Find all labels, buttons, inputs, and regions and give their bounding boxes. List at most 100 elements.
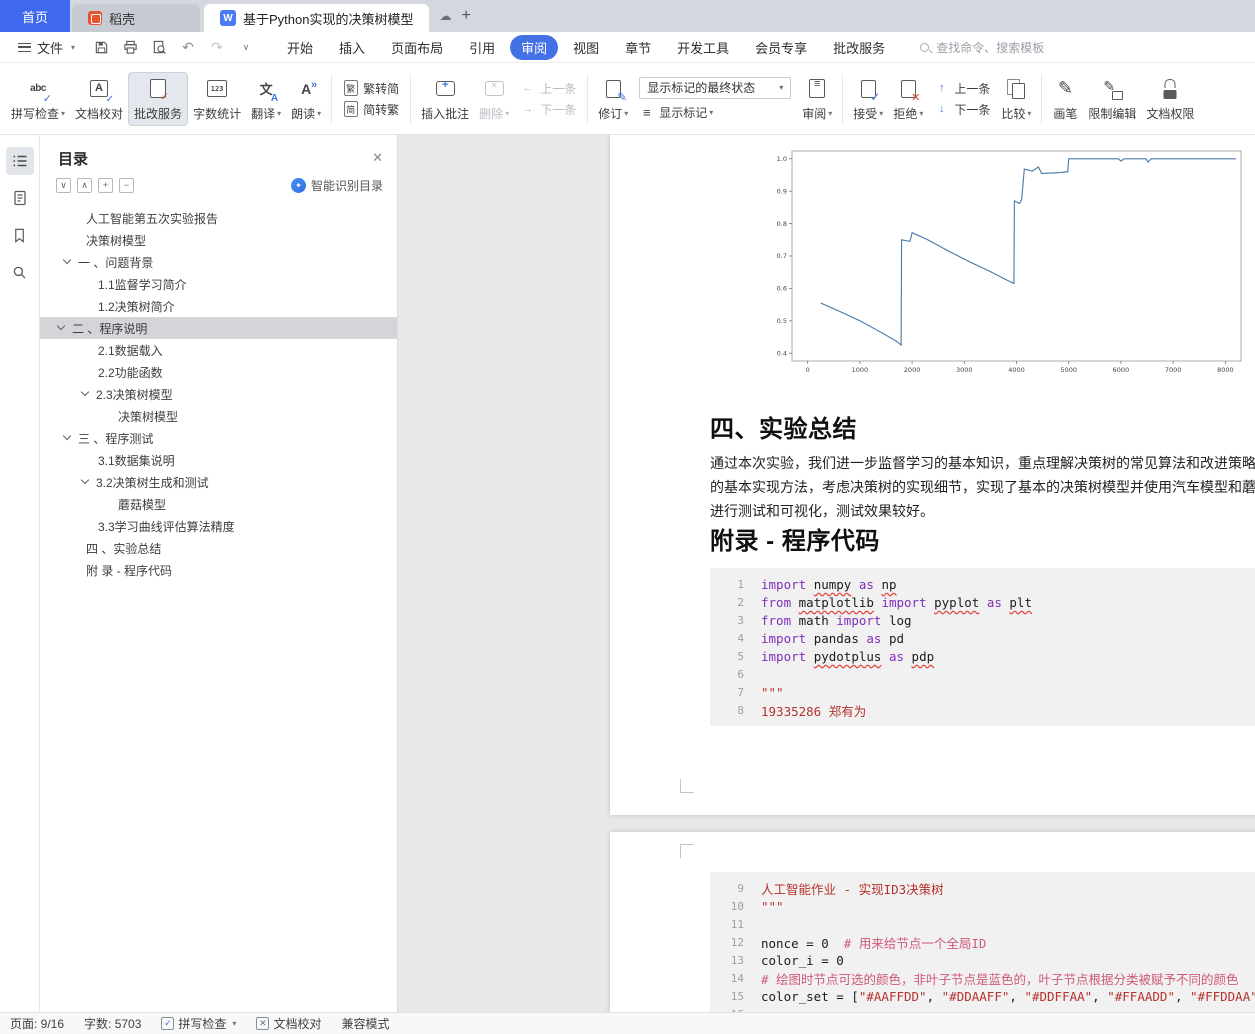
spellcheck-toggle[interactable]: ✓ 拼写检查 ▾ (161, 1015, 236, 1032)
proofread-button[interactable]: 文档校对 (70, 73, 128, 125)
ribbon-tab[interactable]: 开始 (276, 35, 324, 60)
next-change-button[interactable]: 下一条 (934, 101, 990, 118)
find-button[interactable] (6, 258, 34, 286)
redo-button[interactable]: ↷ (207, 37, 227, 57)
ribbon-tab[interactable]: 插入 (328, 35, 376, 60)
read-aloud-button[interactable]: 朗读▾ (286, 73, 326, 125)
print-button[interactable] (120, 37, 140, 57)
code-line: 12 nonce = 0 # 用来给节点一个全局ID (710, 933, 1255, 951)
close-icon[interactable]: ✕ (372, 150, 383, 166)
chevron-down-icon[interactable] (80, 475, 90, 485)
markup-state-select[interactable]: 显示标记的最终状态 ▾ (639, 76, 792, 99)
code-line: 6 (710, 665, 1255, 683)
document-canvas[interactable]: 0.4 0.5 0.6 0.7 0.8 0.9 1.0 0 1000 2000 3000 4000 50… (398, 135, 1255, 1012)
chevron-down-icon[interactable] (80, 387, 90, 397)
chevron-down-icon[interactable] (62, 431, 72, 441)
ribbon-tab[interactable]: 批改服务 (822, 35, 896, 60)
line-number: 7 (737, 685, 744, 699)
show-markup-button[interactable]: 显示标记▾ (639, 104, 791, 121)
doc-permission-button[interactable]: 文档权限 (1141, 73, 1199, 125)
toc-item[interactable]: 3.1数据集说明 (40, 449, 397, 471)
collapse-level-icon[interactable]: − (119, 177, 134, 193)
collapse-all-icon[interactable]: ∧ (77, 177, 92, 193)
spellcheck-toggle-label: 拼写检查 (178, 1017, 227, 1031)
toolbar-more-button[interactable]: ∨ (236, 37, 256, 57)
toc-locate-icon[interactable]: ∨ (56, 177, 71, 193)
smart-toc-button[interactable]: ✦ 智能识别目录 (290, 177, 383, 194)
ribbon-tab[interactable]: 审阅 (510, 34, 559, 60)
toc-item[interactable]: 一 、问题背景 (40, 251, 397, 273)
proofread-toggle[interactable]: ✕ 文档校对 (256, 1015, 321, 1032)
compare-icon (1003, 76, 1029, 102)
toc-item[interactable]: 2.1数据载入 (40, 339, 397, 361)
grading-button[interactable]: 批改服务 (128, 71, 189, 126)
chapter-nav-button[interactable] (6, 184, 34, 212)
toc-panel-button[interactable] (5, 147, 34, 175)
ink-pen-icon (1052, 76, 1078, 102)
compare-button[interactable]: 比较 ▾ (996, 73, 1036, 125)
daoke-tab[interactable]: 稻壳 (72, 4, 200, 32)
ribbon-tab[interactable]: 开发工具 (666, 35, 740, 60)
restrict-editing-button[interactable]: 限制编辑 (1083, 73, 1141, 125)
toc-item[interactable]: 蘑菇模型 (40, 493, 397, 515)
prev-change-button[interactable]: 上一条 (934, 80, 990, 97)
toc-item[interactable]: 决策树模型 (40, 405, 397, 427)
toc-item[interactable]: 附 录 - 程序代码 (40, 559, 397, 581)
file-menu-label: 文件 (37, 40, 64, 56)
ribbon-tab[interactable]: 页面布局 (380, 35, 454, 60)
document-page-10[interactable]: 9 人工智能作业 - 实现ID3决策树 10 """ 11 12 nonce = 0 # 用… (610, 832, 1255, 1012)
bookmark-button[interactable] (6, 221, 34, 249)
file-menu-button[interactable]: 文件 ▾ (10, 38, 83, 57)
spellcheck-button[interactable]: 拼写检查▾ (6, 73, 70, 125)
reject-button[interactable]: 拒绝▾ (888, 73, 928, 125)
ribbon-separator (842, 73, 844, 124)
word-count[interactable]: 字数: 5703 (84, 1015, 141, 1032)
trad-to-simp-button[interactable]: 繁转简 (343, 80, 399, 97)
quick-access-toolbar: ↶ ↷ ∨ (91, 37, 256, 57)
toc-item[interactable]: 2.3决策树模型 (40, 383, 397, 405)
toc-item[interactable]: 3.3学习曲线评估算法精度 (40, 515, 397, 537)
expand-all-icon[interactable]: + (98, 177, 113, 193)
chevron-down-icon[interactable] (56, 321, 66, 331)
toc-item[interactable]: 四 、实验总结 (40, 537, 397, 559)
chevron-down-icon: ▾ (317, 108, 322, 118)
home-tab[interactable]: 首页 (0, 0, 70, 32)
ribbon-tab[interactable]: 章节 (614, 35, 662, 60)
code-line: 3 from math import log (710, 611, 1255, 629)
roaming-icon[interactable]: ☁ (439, 9, 451, 23)
toc-item[interactable]: 二 、程序说明 (40, 317, 397, 339)
track-changes-button[interactable]: 修订▾ (593, 73, 633, 125)
ribbon-tab[interactable]: 会员专享 (744, 35, 818, 60)
document-tab[interactable]: 基于Python实现的决策树模型 (204, 4, 430, 32)
toc-item[interactable]: 3.2决策树生成和测试 (40, 471, 397, 493)
ink-pen-button[interactable]: 画笔 (1047, 73, 1083, 125)
toc-item[interactable]: 2.2功能函数 (40, 361, 397, 383)
paragraph-line: 的基本实现方法，考虑决策树的实现细节，实现了基本的决策树模型并使用汽车模型和蘑菇… (710, 479, 1255, 495)
review-button[interactable]: 审阅▾ (797, 73, 837, 125)
chevron-down-icon[interactable] (62, 255, 72, 265)
save-button[interactable] (91, 37, 111, 57)
undo-button[interactable]: ↶ (178, 37, 198, 57)
insert-comment-button[interactable]: 插入批注 (416, 73, 474, 125)
print-preview-button[interactable] (149, 37, 169, 57)
toc-item[interactable]: 1.1监督学习简介 (40, 273, 397, 295)
markup-column: 显示标记的最终状态▾ 显示标记▾ (633, 76, 797, 121)
ribbon-tab[interactable]: 引用 (458, 35, 506, 60)
toc-item-label: 1.1监督学习简介 (98, 277, 187, 292)
svg-text:3000: 3000 (956, 366, 973, 374)
translate-button[interactable]: 翻译▾ (246, 73, 286, 125)
toc-item[interactable]: 三 、程序测试 (40, 427, 397, 449)
accept-button[interactable]: 接受▾ (848, 73, 888, 125)
line-number: 8 (737, 703, 744, 717)
simp-to-trad-button[interactable]: 简转繁 (343, 101, 399, 118)
command-search[interactable]: 查找命令、搜索模板 (920, 39, 1044, 56)
toc-item[interactable]: 人工智能第五次实验报告 (40, 207, 397, 229)
summary-heading: 四、实验总结 (710, 416, 857, 443)
word-count-button[interactable]: 字数统计 (188, 73, 246, 125)
code-block-1: 1 import numpy as np 2 from matplotlib impo… (710, 568, 1255, 726)
toc-item[interactable]: 决策树模型 (40, 229, 397, 251)
ribbon-tab[interactable]: 视图 (562, 35, 610, 60)
toc-item[interactable]: 1.2决策树简介 (40, 295, 397, 317)
new-tab-button[interactable]: + (461, 7, 470, 25)
document-page-9[interactable]: 0.4 0.5 0.6 0.7 0.8 0.9 1.0 0 1000 2000 3000 4000 50… (610, 135, 1255, 815)
